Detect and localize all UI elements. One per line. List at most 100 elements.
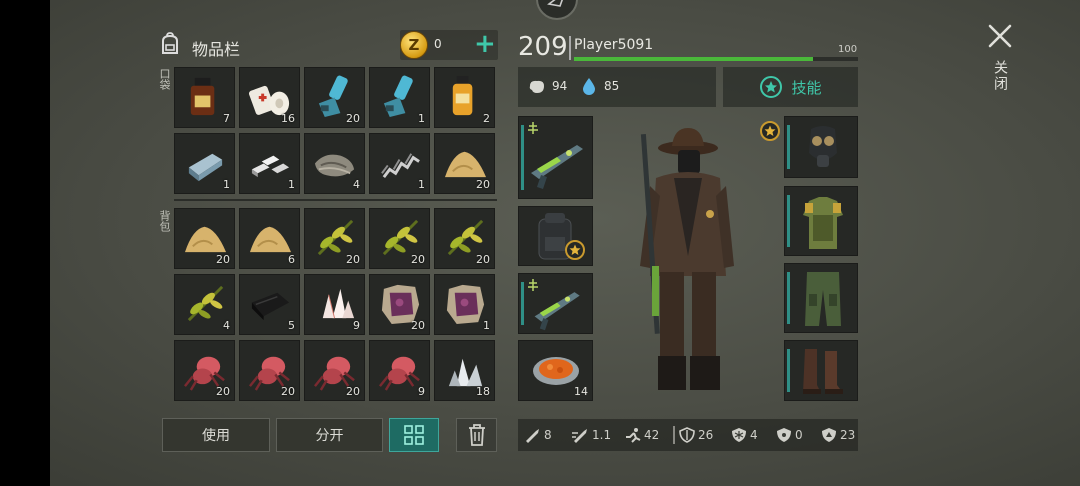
item-count: 20 xyxy=(411,253,425,266)
durability-bar xyxy=(787,349,790,392)
section-divider xyxy=(174,199,497,201)
xp-fill xyxy=(574,57,813,61)
pockets-label: 口袋 xyxy=(158,68,171,90)
item-count: 9 xyxy=(418,385,425,398)
inventory-slot[interactable]: 20 xyxy=(174,340,235,401)
equip-slot-legs[interactable] xyxy=(784,263,858,333)
thirst-icon xyxy=(583,78,595,95)
equip-slot-body[interactable] xyxy=(784,186,858,256)
screen-edge xyxy=(0,0,50,486)
inventory-slot[interactable]: 2 xyxy=(434,67,495,128)
item-count: 1 xyxy=(288,178,295,191)
movement-icon xyxy=(626,428,641,443)
add-coins-button[interactable]: + xyxy=(474,29,496,59)
equip-slot-head[interactable] xyxy=(784,116,858,178)
inventory-slot[interactable]: 20 xyxy=(304,340,365,401)
combat-stat: 23 xyxy=(820,427,855,443)
stats-separator xyxy=(673,426,675,444)
coin-count: 0 xyxy=(434,37,442,51)
combat-stat: 8 xyxy=(524,427,552,443)
spring-icon xyxy=(381,153,420,179)
plasma-rifle-icon xyxy=(534,292,580,331)
coin-balance: Z 0 + xyxy=(400,29,498,60)
item-count: 20 xyxy=(346,385,360,398)
close-label[interactable]: 关闭 xyxy=(990,60,1010,92)
player-level: 209 xyxy=(518,32,568,62)
inventory-slot[interactable]: 1 xyxy=(434,274,495,335)
inhaler-icon xyxy=(383,75,413,118)
item-count: 20 xyxy=(216,253,230,266)
inventory-slot[interactable]: 5 xyxy=(239,274,300,335)
durability-bar xyxy=(787,272,790,324)
item-count: 4 xyxy=(353,178,360,191)
durability-bar xyxy=(521,125,524,190)
inventory-slot[interactable]: 20 xyxy=(174,208,235,269)
close-icon[interactable] xyxy=(986,22,1014,50)
inventory-slot[interactable]: 20 xyxy=(304,67,365,128)
equip-slot-weapon-primary[interactable] xyxy=(518,116,593,199)
pockets-grid: 7 16 20 1 2 1 1 4 1 20 xyxy=(174,67,495,194)
equip-slot-weapon-secondary[interactable] xyxy=(518,273,593,334)
inventory-slot[interactable]: 1 xyxy=(174,133,235,194)
combat-stats-bar: 8 1.1 42 26 4 0 23 xyxy=(518,419,858,451)
durability-bar xyxy=(787,195,790,247)
item-count: 16 xyxy=(281,112,295,125)
inventory-slot[interactable]: 1 xyxy=(369,133,430,194)
skills-button[interactable]: 技能 xyxy=(723,67,858,107)
armor-vest-icon xyxy=(803,197,843,249)
equip-slot-food[interactable]: 14 xyxy=(518,340,593,401)
compass-button[interactable] xyxy=(536,0,578,20)
inventory-slot[interactable]: 1 xyxy=(239,133,300,194)
item-count: 20 xyxy=(216,385,230,398)
inventory-slot[interactable]: 1 xyxy=(369,67,430,128)
inventory-slot[interactable]: 20 xyxy=(434,133,495,194)
inventory-slot[interactable]: 4 xyxy=(304,133,365,194)
iodine-bottle-icon xyxy=(190,77,215,116)
armor-icon xyxy=(679,427,695,443)
item-count: 20 xyxy=(476,178,490,191)
grid-view-icon xyxy=(404,425,424,445)
item-count: 1 xyxy=(418,178,425,191)
inventory-slot[interactable]: 18 xyxy=(434,340,495,401)
inventory-slot[interactable]: 7 xyxy=(174,67,235,128)
trash-icon xyxy=(468,424,485,446)
combat-stat: 1.1 xyxy=(572,427,611,443)
inventory-slot[interactable]: 20 xyxy=(434,208,495,269)
star-badge-icon xyxy=(565,240,585,260)
backpack-icon xyxy=(162,32,178,54)
black-leather-icon xyxy=(251,292,290,321)
combat-stat-value: 0 xyxy=(795,428,803,442)
item-count: 6 xyxy=(288,253,295,266)
inventory-slot[interactable]: 9 xyxy=(304,274,365,335)
skill-star-icon xyxy=(760,76,783,98)
star-badge-icon xyxy=(760,121,780,141)
animal-hide-icon xyxy=(446,284,485,325)
inventory-slot[interactable]: 20 xyxy=(369,274,430,335)
equip-slot-backpack[interactable] xyxy=(518,206,593,266)
item-count: 20 xyxy=(476,253,490,266)
inventory-slot[interactable]: 4 xyxy=(174,274,235,335)
combat-stat: 42 xyxy=(624,427,659,443)
inventory-header: 物品栏 Z 0 + xyxy=(158,29,498,60)
xp-bar xyxy=(574,57,858,61)
combat-stat-value: 26 xyxy=(698,428,714,442)
inventory-slot[interactable]: 20 xyxy=(369,208,430,269)
inventory-slot[interactable]: 20 xyxy=(239,340,300,401)
combat-stat-value: 1.1 xyxy=(592,428,612,442)
use-button[interactable]: 使用 xyxy=(162,418,270,452)
skills-label: 技能 xyxy=(791,78,822,97)
inventory-slot[interactable]: 6 xyxy=(239,208,300,269)
trash-button[interactable] xyxy=(456,418,497,452)
iron-ingot-icon xyxy=(188,153,223,182)
item-count: 18 xyxy=(476,385,490,398)
radiation-icon xyxy=(777,428,791,442)
plasma-rifle-icon xyxy=(531,145,583,189)
inventory-slot[interactable]: 20 xyxy=(304,208,365,269)
food-plate-icon xyxy=(533,357,579,385)
inventory-slot[interactable]: 16 xyxy=(239,67,300,128)
equip-slot-feet[interactable] xyxy=(784,340,858,401)
split-button[interactable]: 分开 xyxy=(276,418,383,452)
grid-view-button[interactable] xyxy=(389,418,439,452)
inventory-slot[interactable]: 9 xyxy=(369,340,430,401)
hunger-value: 94 xyxy=(552,79,568,93)
